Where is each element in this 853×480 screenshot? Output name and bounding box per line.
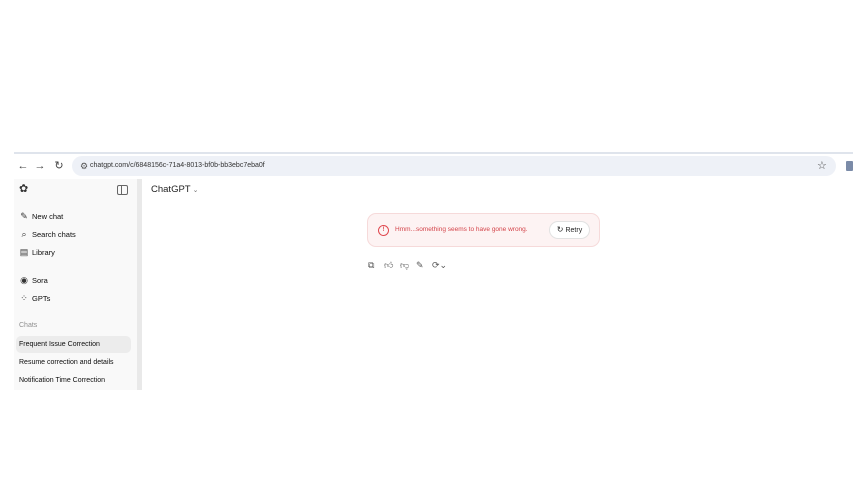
error-message: Hmm...something seems to have gone wrong… <box>395 226 528 233</box>
thumbs-down-icon[interactable]: 👎︎ <box>400 259 409 271</box>
sidebar-item-library[interactable]: ▤ Library <box>19 244 132 260</box>
chats-heading: Chats <box>19 322 38 329</box>
grid-icon: ⁘ <box>20 293 28 303</box>
back-arrow-icon[interactable]: ← <box>16 159 30 173</box>
retry-icon: ↻ <box>556 225 564 234</box>
sidebar: ✿ ✎ New chat ⌕ Search chats ▤ Library ◉ Sora… <box>14 179 137 390</box>
sidebar-item-gpts[interactable]: ⁘ GPTs <box>19 290 132 306</box>
regenerate-icon[interactable]: ⟳⌄ <box>432 259 447 271</box>
sidebar-item-label: Library <box>32 248 55 257</box>
error-banner: ! Hmm...something seems to have gone wro… <box>367 213 600 247</box>
search-icon: ⌕ <box>21 229 27 239</box>
openai-logo-icon[interactable]: ✿ <box>19 184 30 195</box>
chat-item-frequent-issue-correction[interactable]: Frequent Issue Correction <box>16 336 131 353</box>
site-settings-icon[interactable]: ⚙ <box>78 160 90 172</box>
sidebar-item-search-chats[interactable]: ⌕ Search chats <box>19 226 132 242</box>
sidebar-item-label: New chat <box>32 212 64 221</box>
model-selector[interactable]: ChatGPT ⌄ <box>151 184 198 195</box>
conversation-area: ChatGPT ⌄ ! Hmm...something seems to have… <box>142 179 853 390</box>
thumbs-up-icon[interactable]: 👍︎ <box>384 259 393 271</box>
browser-window: ← → ↻ ⚙ chatgpt.com/c/6848156c-71a4-8013… <box>0 150 853 390</box>
address-bar[interactable]: ⚙ chatgpt.com/c/6848156c-71a4-8013-bf0b-… <box>72 156 836 176</box>
browser-toolbar: ← → ↻ ⚙ chatgpt.com/c/6848156c-71a4-8013… <box>14 154 853 179</box>
url-text[interactable]: chatgpt.com/c/6848156c-71a4-8013-bf0b-bb… <box>90 160 265 172</box>
reload-icon[interactable]: ↻ <box>52 159 66 173</box>
chat-item-notification-time-correction[interactable]: Notification Time Correction <box>16 372 131 389</box>
sidebar-item-label: Sora <box>32 276 48 285</box>
sora-icon: ◉ <box>20 275 28 285</box>
chat-item-resume-correction[interactable]: Resume correction and details <box>16 354 131 371</box>
bookmark-star-icon[interactable]: ☆ <box>817 159 827 173</box>
error-circle-icon: ! <box>378 225 389 236</box>
sidebar-item-new-chat[interactable]: ✎ New chat <box>19 208 132 224</box>
copy-icon[interactable]: ⧉ <box>368 259 374 271</box>
pencil-square-icon: ✎ <box>20 211 28 221</box>
sidebar-toggle-icon[interactable] <box>117 185 128 195</box>
forward-arrow-icon[interactable]: → <box>33 159 47 173</box>
library-icon: ▤ <box>19 247 29 257</box>
retry-button[interactable]: ↻ Retry <box>549 221 590 239</box>
retry-label: Retry <box>565 227 583 234</box>
sidebar-item-label: Search chats <box>32 230 76 239</box>
edit-icon[interactable]: ✎ <box>416 259 424 271</box>
sidebar-item-label: GPTs <box>32 294 51 303</box>
extension-icon[interactable] <box>846 161 853 171</box>
model-label: ChatGPT <box>151 184 191 195</box>
chevron-down-icon: ⌄ <box>192 187 199 194</box>
sidebar-item-sora[interactable]: ◉ Sora <box>19 272 132 288</box>
